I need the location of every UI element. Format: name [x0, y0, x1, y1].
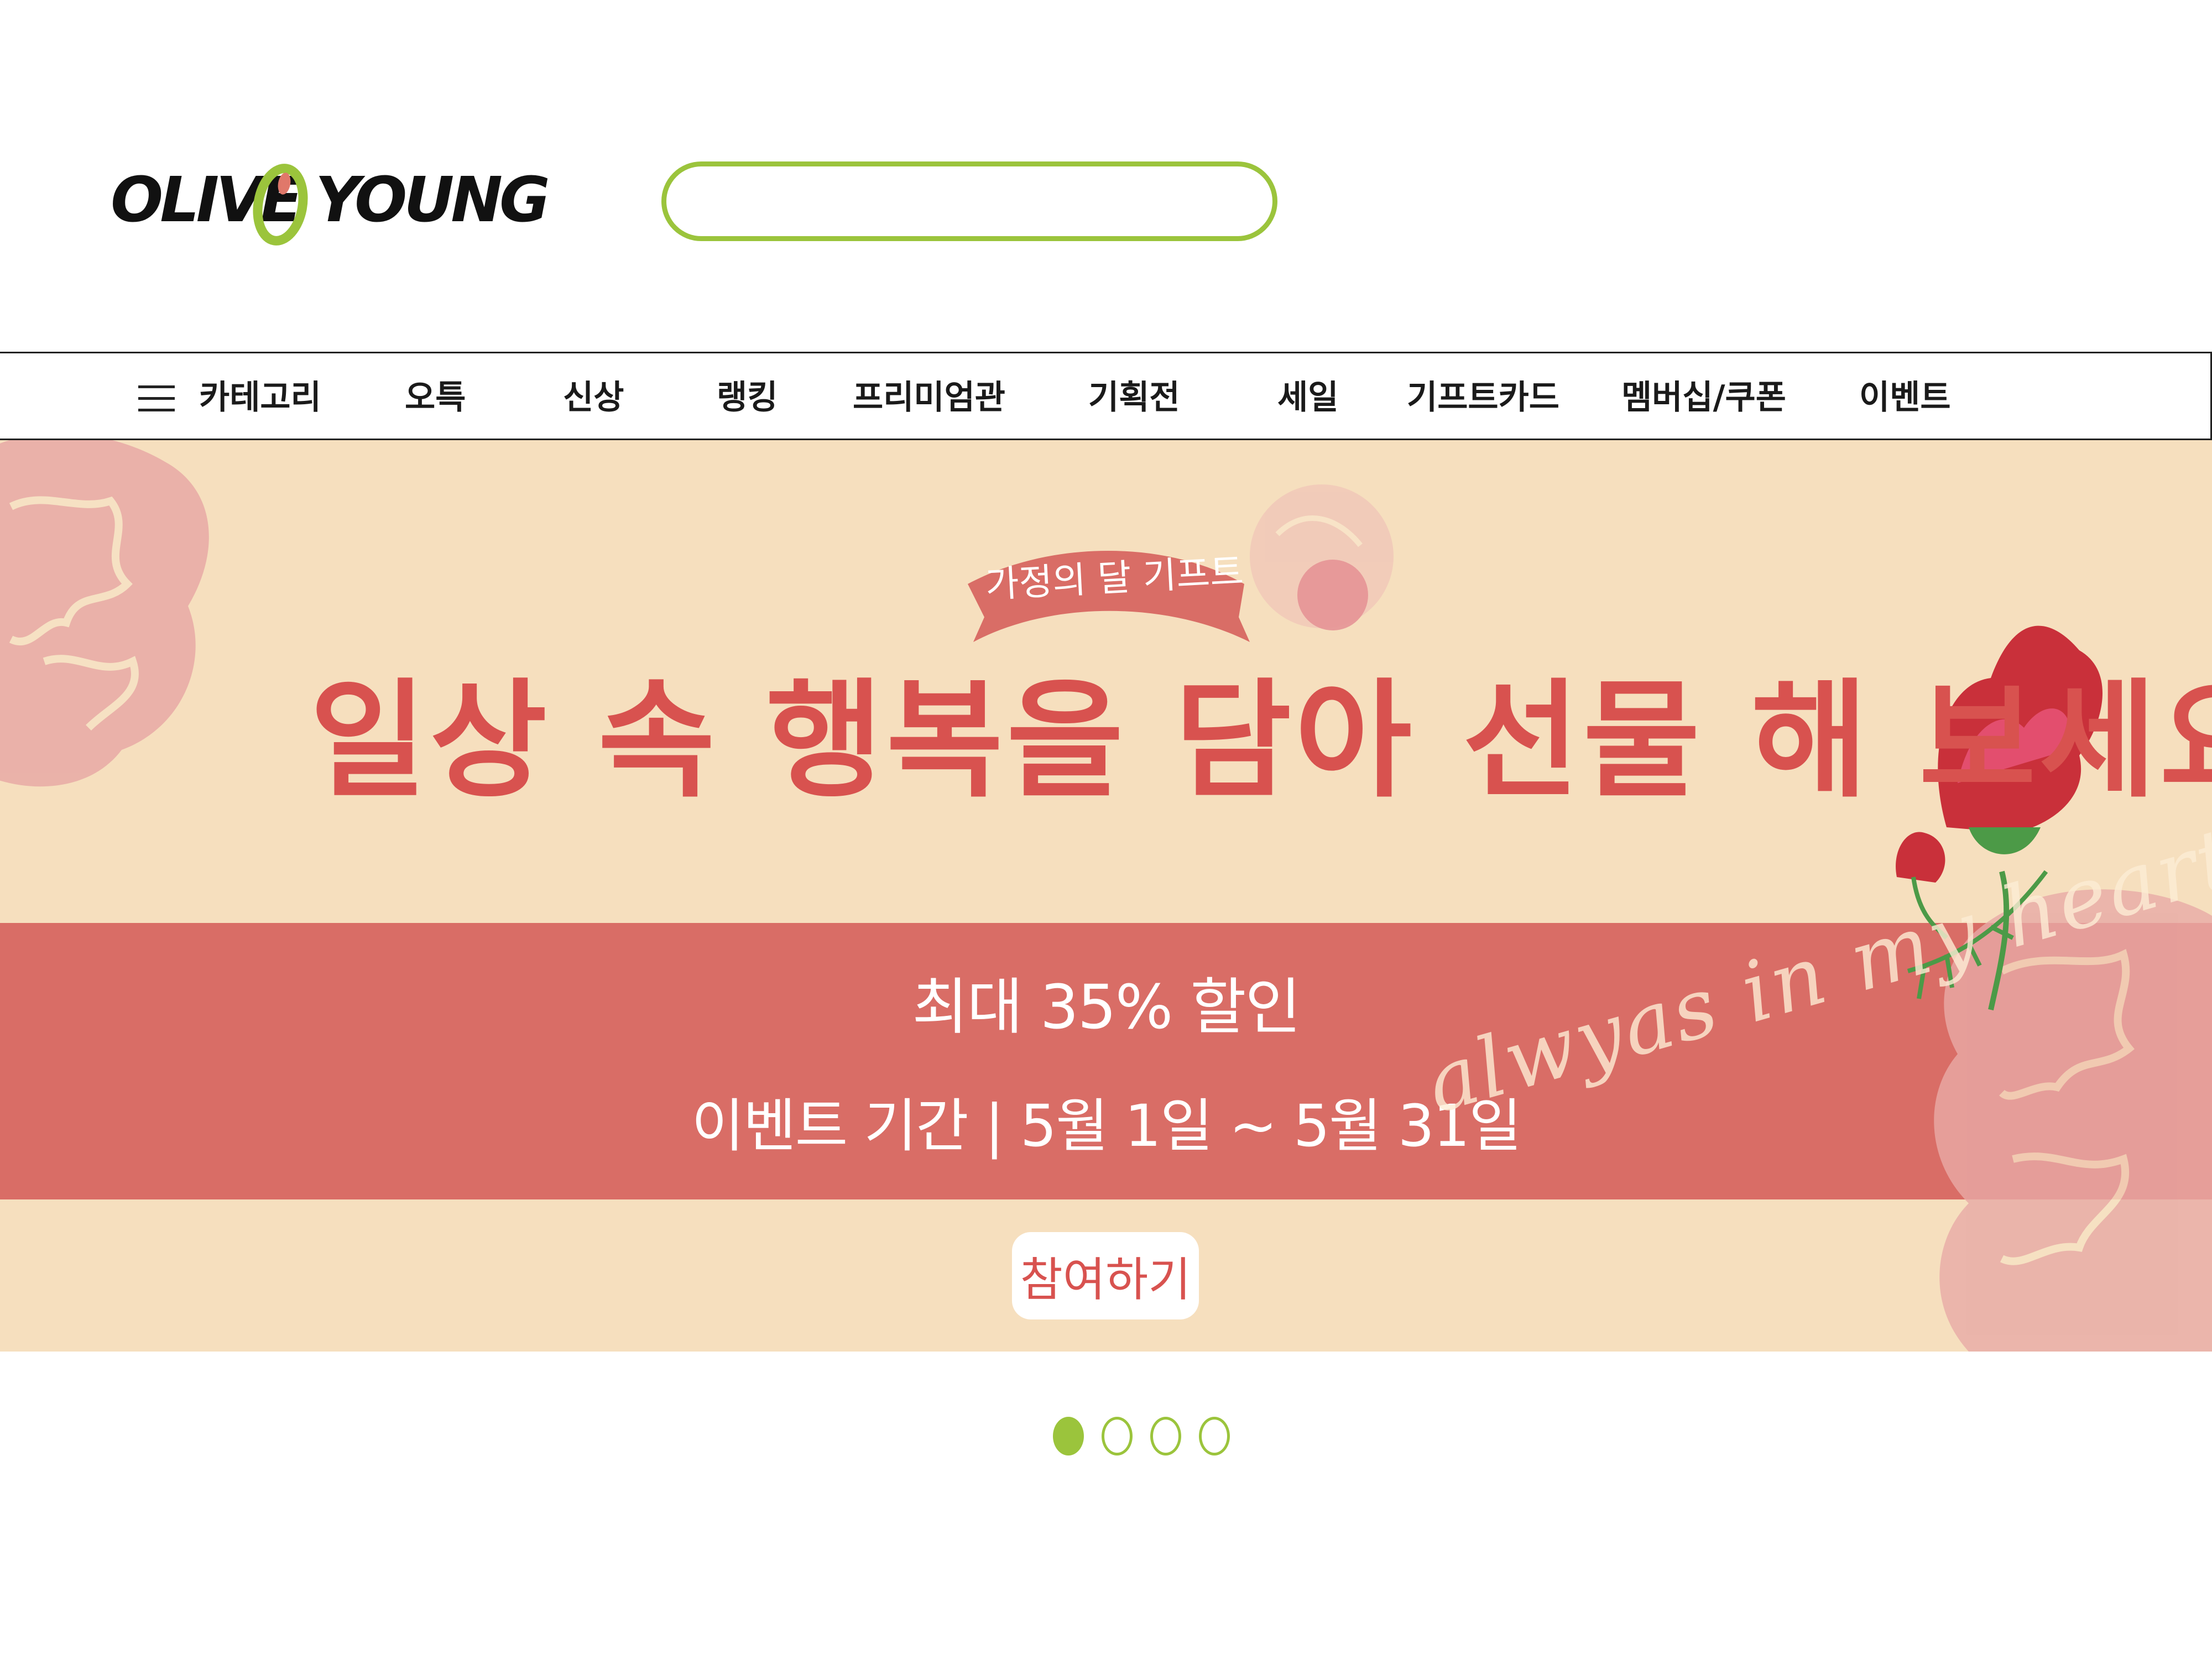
pagination-dot-1[interactable] — [1053, 1417, 1084, 1455]
nav-item-new[interactable]: 신상 — [563, 375, 624, 420]
join-button[interactable]: 참여하기 — [1012, 1232, 1199, 1319]
pagination-dot-2[interactable] — [1102, 1417, 1133, 1455]
pagination-dot-3[interactable] — [1150, 1417, 1181, 1455]
nav-item-category[interactable]: 카테고리 — [199, 375, 321, 420]
nav-item-premium[interactable]: 프리미엄관 — [853, 375, 1005, 420]
banner-headline: 일상 속 행복을 담아 선물 해 보세요! — [310, 667, 2212, 815]
main-nav: 카테고리 오특 신상 랭킹 프리미엄관 기획전 세일 기프트카드 멤버십/쿠폰 … — [0, 352, 2212, 440]
hamburger-icon[interactable] — [138, 385, 175, 412]
logo-text-young: YOUNG — [315, 164, 550, 236]
nav-item-sale[interactable]: 세일 — [1277, 375, 1338, 420]
nav-item-otuk[interactable]: 오특 — [405, 375, 466, 420]
search-input[interactable] — [661, 161, 1277, 241]
event-banner[interactable]: 가정의 달 기프트 일상 속 행복을 담아 선물 해 보세요! 최대 35% 할… — [0, 440, 2212, 1352]
olive-logo-icon — [253, 164, 308, 246]
nav-item-exhibition[interactable]: 기획전 — [1088, 375, 1180, 420]
pagination-dot-4[interactable] — [1199, 1417, 1230, 1455]
small-flower-icon — [1297, 560, 1368, 630]
carnation-left-icon — [0, 440, 209, 787]
nav-item-ranking[interactable]: 랭킹 — [717, 375, 778, 420]
olive-young-logo[interactable]: OLIVE YOUNG — [111, 159, 550, 253]
nav-item-membership[interactable]: 멤버십/쿠폰 — [1621, 375, 1786, 420]
event-period: 이벤트 기간 | 5월 1일 ~ 5월 31일 — [691, 1092, 1522, 1160]
nav-item-event[interactable]: 이벤트 — [1859, 375, 1951, 420]
nav-item-giftcard[interactable]: 기프트카드 — [1407, 375, 1559, 420]
